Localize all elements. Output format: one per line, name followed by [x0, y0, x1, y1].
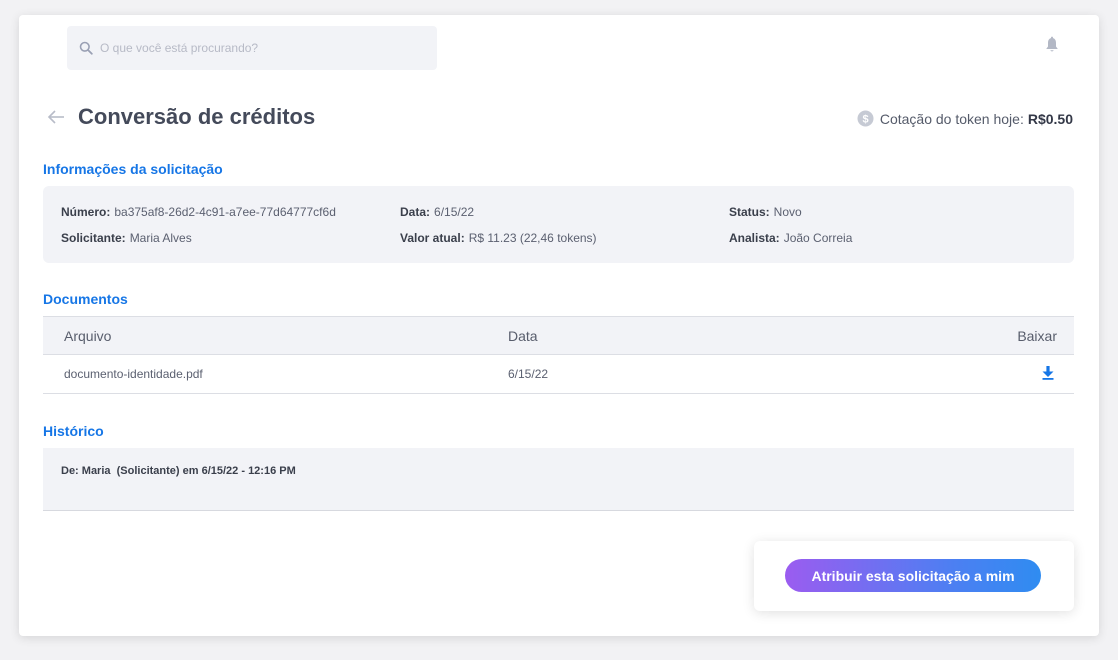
documents-table: Arquivo Data Baixar documento-identidade…: [43, 316, 1074, 394]
assign-to-me-button[interactable]: Atribuir esta solicitação a mim: [785, 559, 1041, 592]
svg-text:$: $: [862, 114, 868, 126]
table-header: Arquivo Data Baixar: [43, 316, 1074, 355]
field-solicitante-value: Maria Alves: [129, 231, 192, 245]
column-header-download: Baixar: [1017, 327, 1057, 344]
token-quote-value: R$0.50: [1027, 110, 1073, 127]
column-header-date: Data: [508, 327, 538, 344]
field-valor-atual: Valor atual: R$ 11.23 (22,46 tokens): [400, 231, 597, 245]
history-entry: De: Maria (Solicitante) em 6/15/22 - 12:…: [61, 465, 296, 477]
download-icon: [1042, 366, 1054, 380]
field-valor-atual-value: R$ 11.23 (22,46 tokens): [468, 231, 597, 245]
page-title: Conversão de créditos: [78, 104, 316, 129]
field-valor-atual-label: Valor atual:: [400, 231, 465, 245]
field-data: Data: 6/15/22: [400, 205, 474, 219]
document-date: 6/15/22: [508, 367, 549, 381]
field-analista-label: Analista:: [729, 231, 780, 245]
field-status-label: Status:: [729, 205, 770, 219]
action-card: Atribuir esta solicitação a mim: [754, 541, 1074, 611]
field-data-value: 6/15/22: [434, 205, 475, 219]
history-panel: De: Maria (Solicitante) em 6/15/22 - 12:…: [43, 448, 1074, 511]
field-numero-label: Número:: [61, 205, 111, 219]
request-info-title: Informações da solicitação: [43, 161, 223, 177]
back-button[interactable]: [47, 109, 65, 130]
download-button[interactable]: [1042, 366, 1054, 383]
document-file-name: documento-identidade.pdf: [64, 367, 203, 381]
dollar-coin-icon: $: [857, 110, 874, 127]
table-row: documento-identidade.pdf 6/15/22: [43, 355, 1074, 394]
history-title: Histórico: [43, 423, 104, 439]
search-icon: [79, 41, 93, 55]
field-solicitante-label: Solicitante:: [61, 231, 126, 245]
request-info-panel: Número: ba375af8-26d2-4c91-a7ee-77d64777c…: [43, 186, 1074, 263]
token-quote-label: Cotação do token hoje:: [879, 110, 1024, 127]
search-bar[interactable]: [67, 26, 437, 70]
field-numero-value: ba375af8-26d2-4c91-a7ee-77d64777cf6d: [114, 205, 336, 219]
field-numero: Número: ba375af8-26d2-4c91-a7ee-77d64777c…: [61, 205, 336, 219]
field-analista: Analista: João Correia: [729, 231, 852, 245]
arrow-left-icon: [47, 110, 64, 124]
field-analista-value: João Correia: [783, 231, 853, 245]
bell-icon: [1046, 36, 1058, 52]
column-header-file: Arquivo: [64, 327, 112, 344]
field-data-label: Data:: [400, 205, 431, 219]
search-input[interactable]: [100, 41, 420, 55]
field-solicitante: Solicitante: Maria Alves: [61, 231, 192, 245]
field-status-value: Novo: [773, 205, 802, 219]
documents-title: Documentos: [43, 291, 128, 307]
token-quote: $ Cotação do token hoje: R$0.50: [857, 110, 1073, 127]
field-status: Status: Novo: [729, 205, 802, 219]
app-window: Conversão de créditos $ Cotação do token…: [19, 15, 1099, 636]
notifications-button[interactable]: [1045, 36, 1059, 59]
